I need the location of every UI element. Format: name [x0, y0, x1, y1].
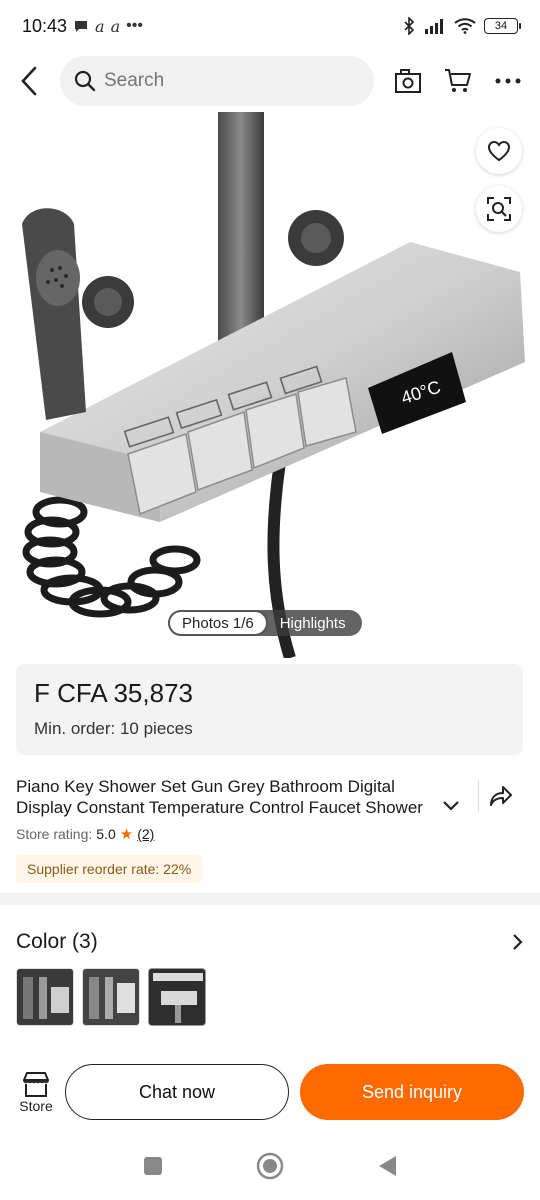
back-icon[interactable] — [376, 1154, 398, 1178]
home-icon[interactable] — [256, 1152, 284, 1180]
rating-value: 5.0 — [96, 826, 116, 842]
status-right: 34 — [402, 17, 521, 35]
store-rating: Store rating: 5.0 ★ (2) — [16, 825, 154, 843]
chat-now-button[interactable]: Chat now — [65, 1064, 289, 1120]
chat-bubble-icon — [75, 21, 88, 32]
bluetooth-icon — [404, 17, 415, 35]
visual-search-button[interactable] — [476, 186, 522, 232]
handwriting-icon: a — [95, 16, 105, 36]
battery-icon: 34 — [484, 18, 521, 34]
expand-title-chevron-icon[interactable] — [442, 800, 460, 812]
price-card: F CFA 35,873 Min. order: 10 pieces — [16, 664, 523, 755]
product-title-line1: Piano Key Shower Set Gun Grey Bathroom D… — [16, 777, 395, 796]
more-icon — [495, 78, 521, 84]
heart-icon — [487, 140, 511, 162]
share-button[interactable] — [478, 780, 522, 812]
color-swatch[interactable] — [148, 968, 206, 1026]
search-input[interactable] — [104, 70, 344, 92]
cart-button[interactable] — [438, 61, 478, 101]
top-nav — [0, 56, 540, 106]
back-button[interactable] — [14, 61, 44, 101]
gallery-tabs: Photos 1/6 Highlights — [168, 610, 362, 636]
color-label: Color (3) — [16, 930, 98, 953]
camera-icon — [395, 69, 421, 93]
min-order: Min. order: 10 pieces — [34, 719, 193, 738]
color-swatch[interactable] — [82, 968, 140, 1026]
wifi-icon — [454, 18, 476, 34]
rating-label: Store rating: — [16, 826, 93, 842]
status-bar: 10:43 a a ••• 34 — [0, 0, 540, 52]
favorite-button[interactable] — [476, 128, 522, 174]
cart-icon — [445, 69, 471, 92]
signal-icon — [425, 19, 443, 34]
product-photo: 40°C — [22, 112, 525, 658]
share-icon — [489, 786, 512, 806]
system-nav-bar — [0, 1140, 540, 1192]
chevron-right-icon — [513, 934, 523, 950]
photos-tab[interactable]: Photos 1/6 — [168, 610, 268, 636]
product-title-line2: Display Constant Temperature Control Fau… — [16, 798, 423, 817]
more-dots-icon: ••• — [126, 17, 143, 34]
bottom-action-bar: Store Chat now Send inquiry — [0, 1062, 540, 1122]
search-bar[interactable] — [60, 56, 374, 106]
send-inquiry-button[interactable]: Send inquiry — [300, 1064, 524, 1120]
store-label: Store — [19, 1098, 53, 1114]
section-divider — [0, 893, 540, 905]
star-icon: ★ — [119, 826, 134, 843]
recents-icon[interactable] — [142, 1155, 164, 1177]
handwriting-icon: a — [110, 16, 121, 36]
price-amount: F CFA 35,873 — [34, 678, 193, 708]
store-button[interactable]: Store — [16, 1070, 56, 1114]
color-swatch[interactable] — [16, 968, 74, 1026]
notification-icons: a a ••• — [73, 17, 143, 36]
scan-icon — [487, 197, 511, 221]
image-search-button[interactable] — [388, 61, 428, 101]
search-icon — [74, 70, 96, 92]
product-title[interactable]: Piano Key Shower Set Gun Grey Bathroom D… — [16, 776, 448, 818]
back-arrow-icon — [21, 66, 37, 96]
more-menu-button[interactable] — [488, 61, 528, 101]
color-selector-row[interactable]: Color (3) — [16, 928, 524, 956]
nav-actions — [388, 61, 528, 101]
color-swatches — [16, 968, 206, 1026]
highlights-tab[interactable]: Highlights — [268, 610, 362, 636]
store-icon — [23, 1072, 49, 1097]
reorder-rate-badge: Supplier reorder rate: 22% — [16, 855, 203, 883]
product-gallery[interactable]: 40°C Photos 1/6 Highlights — [0, 112, 540, 658]
status-time: 10:43 — [22, 15, 68, 36]
rating-count-link[interactable]: (2) — [137, 826, 154, 842]
